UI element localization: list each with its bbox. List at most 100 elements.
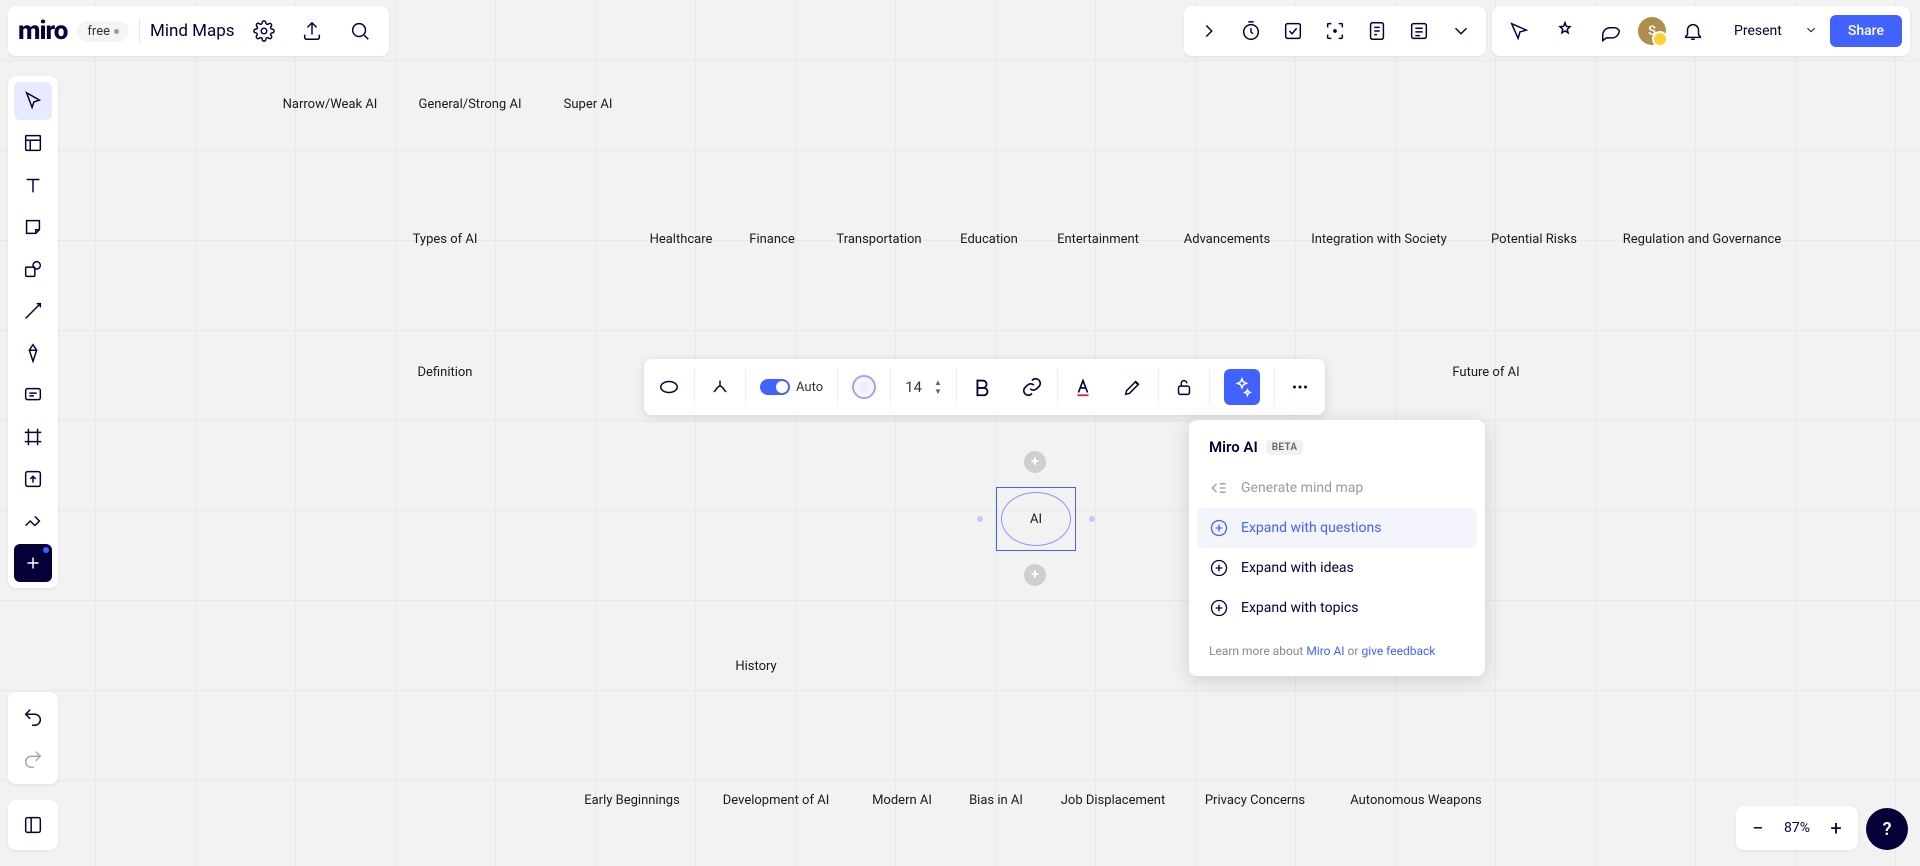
vote-icon[interactable] xyxy=(1274,12,1312,50)
panel-toggle[interactable] xyxy=(14,806,52,844)
ctx-highlight[interactable] xyxy=(1108,359,1158,415)
search-icon[interactable] xyxy=(341,12,379,50)
node-narrow-ai[interactable]: Narrow/Weak AI xyxy=(283,97,378,112)
ai-expand-topics[interactable]: Expand with topics xyxy=(1189,588,1485,628)
canvas-grid[interactable] xyxy=(0,0,1920,866)
shape-tool[interactable] xyxy=(14,250,52,288)
ai-popover-title: Miro AI xyxy=(1209,438,1258,456)
frames-panel-toggle xyxy=(8,800,58,850)
help-button[interactable]: ? xyxy=(1866,808,1908,850)
add-tool[interactable] xyxy=(14,544,52,582)
cursor-track-icon[interactable] xyxy=(1500,12,1538,50)
add-child-bottom[interactable]: + xyxy=(1024,564,1046,586)
settings-icon[interactable] xyxy=(245,12,283,50)
node-general-ai[interactable]: General/Strong AI xyxy=(419,97,522,112)
timer-icon[interactable] xyxy=(1232,12,1270,50)
node-autonomous-weapons[interactable]: Autonomous Weapons xyxy=(1350,793,1482,808)
node-development[interactable]: Development of AI xyxy=(723,793,829,808)
ctx-more[interactable] xyxy=(1275,359,1325,415)
ctx-shape-style[interactable] xyxy=(644,359,694,415)
frame-tool[interactable] xyxy=(14,418,52,456)
topbar-tools xyxy=(1184,6,1486,56)
upload-tool[interactable] xyxy=(14,460,52,498)
node-job-displacement[interactable]: Job Displacement xyxy=(1061,793,1165,808)
export-icon[interactable] xyxy=(293,12,331,50)
add-child-top[interactable]: + xyxy=(1024,451,1046,473)
node-definition[interactable]: Definition xyxy=(418,365,473,380)
share-button[interactable]: Share xyxy=(1830,15,1902,47)
topbar-collab: S Present Share xyxy=(1492,6,1910,56)
node-future-of-ai[interactable]: Future of AI xyxy=(1452,365,1519,380)
miro-ai-popover: Miro AI BETA Generate mind map Expand wi… xyxy=(1189,420,1485,676)
node-types-of-ai[interactable]: Types of AI xyxy=(413,232,478,247)
zoom-out-button[interactable]: − xyxy=(1746,816,1770,840)
ctx-lock[interactable] xyxy=(1159,359,1209,415)
reactions-icon[interactable] xyxy=(1546,12,1584,50)
ctx-ai-button[interactable] xyxy=(1210,359,1274,415)
sticky-note-tool[interactable] xyxy=(14,208,52,246)
ai-generate-mind-map[interactable]: Generate mind map xyxy=(1189,468,1485,508)
ctx-color[interactable] xyxy=(838,359,890,415)
zoom-controls: − 87% + xyxy=(1736,806,1858,850)
miro-ai-link[interactable]: Miro AI xyxy=(1306,644,1344,658)
node-education[interactable]: Education xyxy=(960,232,1018,247)
user-avatar[interactable]: S xyxy=(1638,17,1666,45)
board-title[interactable]: Mind Maps xyxy=(150,21,235,41)
node-regulation[interactable]: Regulation and Governance xyxy=(1623,232,1781,247)
present-button[interactable]: Present xyxy=(1720,17,1796,45)
pen-tool[interactable] xyxy=(14,334,52,372)
node-advancements[interactable]: Advancements xyxy=(1184,232,1270,247)
ctx-link[interactable] xyxy=(1007,359,1057,415)
node-early-beginnings[interactable]: Early Beginnings xyxy=(584,793,680,808)
plan-badge[interactable]: free xyxy=(77,21,129,42)
ctx-text-color[interactable] xyxy=(1058,359,1108,415)
node-center-ai[interactable]: AI xyxy=(996,487,1076,551)
node-finance[interactable]: Finance xyxy=(749,232,794,247)
ctx-branch-style[interactable] xyxy=(695,359,745,415)
text-tool[interactable] xyxy=(14,166,52,204)
comment-icon[interactable] xyxy=(1592,12,1630,50)
select-tool[interactable] xyxy=(14,82,52,120)
redo-button[interactable] xyxy=(14,740,52,778)
more-apps-tool[interactable] xyxy=(14,502,52,540)
topbar-left: miro free Mind Maps xyxy=(8,6,389,56)
divider xyxy=(139,19,140,43)
estimation-icon[interactable] xyxy=(1358,12,1396,50)
node-modern-ai[interactable]: Modern AI xyxy=(872,793,932,808)
undo-button[interactable] xyxy=(14,698,52,736)
focus-icon[interactable] xyxy=(1316,12,1354,50)
node-bias[interactable]: Bias in AI xyxy=(969,793,1023,808)
line-tool[interactable] xyxy=(14,292,52,330)
note-icon[interactable] xyxy=(1400,12,1438,50)
template-tool[interactable] xyxy=(14,124,52,162)
ctx-auto-layout-toggle[interactable]: Auto xyxy=(746,359,837,415)
node-history[interactable]: History xyxy=(735,659,776,674)
zoom-in-button[interactable]: + xyxy=(1824,816,1848,840)
ctx-font-size[interactable]: 14▲▼ xyxy=(891,359,956,415)
node-super-ai[interactable]: Super AI xyxy=(564,97,613,112)
comment-placer-tool[interactable] xyxy=(14,376,52,414)
node-center-label: AI xyxy=(1030,512,1042,527)
context-toolbar: Auto 14▲▼ xyxy=(644,359,1325,415)
handle-left[interactable] xyxy=(977,516,983,522)
node-transportation[interactable]: Transportation xyxy=(836,232,921,247)
chevron-down-icon[interactable] xyxy=(1442,12,1480,50)
font-size-up[interactable]: ▲ xyxy=(934,379,942,387)
beta-badge: BETA xyxy=(1266,440,1304,455)
bell-icon[interactable] xyxy=(1674,12,1712,50)
node-entertainment[interactable]: Entertainment xyxy=(1057,232,1139,247)
ai-expand-ideas[interactable]: Expand with ideas xyxy=(1189,548,1485,588)
node-potential-risks[interactable]: Potential Risks xyxy=(1491,232,1577,247)
handle-right[interactable] xyxy=(1089,516,1095,522)
node-healthcare[interactable]: Healthcare xyxy=(650,232,713,247)
font-size-down[interactable]: ▼ xyxy=(934,388,942,396)
zoom-percent[interactable]: 87% xyxy=(1784,820,1810,836)
ctx-bold[interactable] xyxy=(957,359,1007,415)
collapse-icon[interactable] xyxy=(1190,12,1228,50)
give-feedback-link[interactable]: give feedback xyxy=(1361,644,1435,658)
node-privacy[interactable]: Privacy Concerns xyxy=(1205,793,1305,808)
node-integration[interactable]: Integration with Society xyxy=(1311,232,1447,247)
miro-logo[interactable]: miro xyxy=(18,16,67,46)
ai-expand-questions[interactable]: Expand with questions xyxy=(1197,508,1477,548)
present-dropdown-icon[interactable] xyxy=(1804,22,1822,41)
